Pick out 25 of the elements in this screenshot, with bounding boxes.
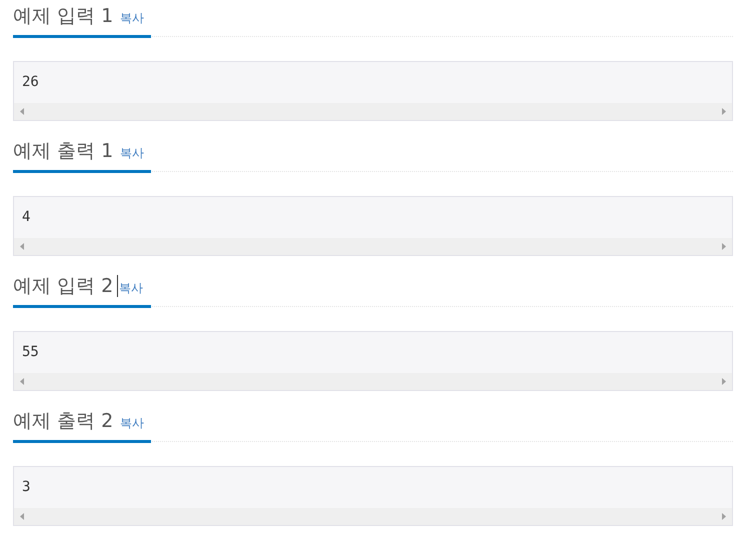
scroll-left-icon[interactable] bbox=[20, 243, 24, 250]
copy-link[interactable]: 복사 bbox=[120, 10, 144, 27]
horizontal-scrollbar[interactable] bbox=[14, 238, 732, 255]
section-heading: 예제 출력 1 bbox=[13, 139, 114, 164]
scroll-left-icon[interactable] bbox=[20, 378, 24, 385]
horizontal-scrollbar[interactable] bbox=[14, 373, 732, 390]
horizontal-scrollbar[interactable] bbox=[14, 103, 732, 120]
section-heading: 예제 출력 2 bbox=[13, 409, 114, 434]
horizontal-scrollbar[interactable] bbox=[14, 508, 732, 525]
section-heading: 예제 입력 1 bbox=[13, 4, 114, 29]
scroll-right-icon[interactable] bbox=[722, 513, 726, 520]
scroll-left-icon[interactable] bbox=[20, 108, 24, 115]
sample-data-text: 4 bbox=[21, 208, 32, 227]
copy-link[interactable]: 복사 bbox=[120, 415, 144, 432]
copy-link[interactable]: 복사 bbox=[119, 280, 144, 297]
sample-data-text: 3 bbox=[21, 478, 32, 497]
scroll-left-icon[interactable] bbox=[20, 513, 24, 520]
text-cursor bbox=[117, 275, 118, 297]
scroll-right-icon[interactable] bbox=[722, 378, 726, 385]
section-heading: 예제 입력 2 bbox=[13, 274, 114, 299]
sample-data-text: 26 bbox=[21, 73, 40, 92]
copy-link[interactable]: 복사 bbox=[120, 145, 144, 162]
scroll-right-icon[interactable] bbox=[722, 243, 726, 250]
scroll-right-icon[interactable] bbox=[722, 108, 726, 115]
sample-data-text: 55 bbox=[21, 343, 40, 362]
